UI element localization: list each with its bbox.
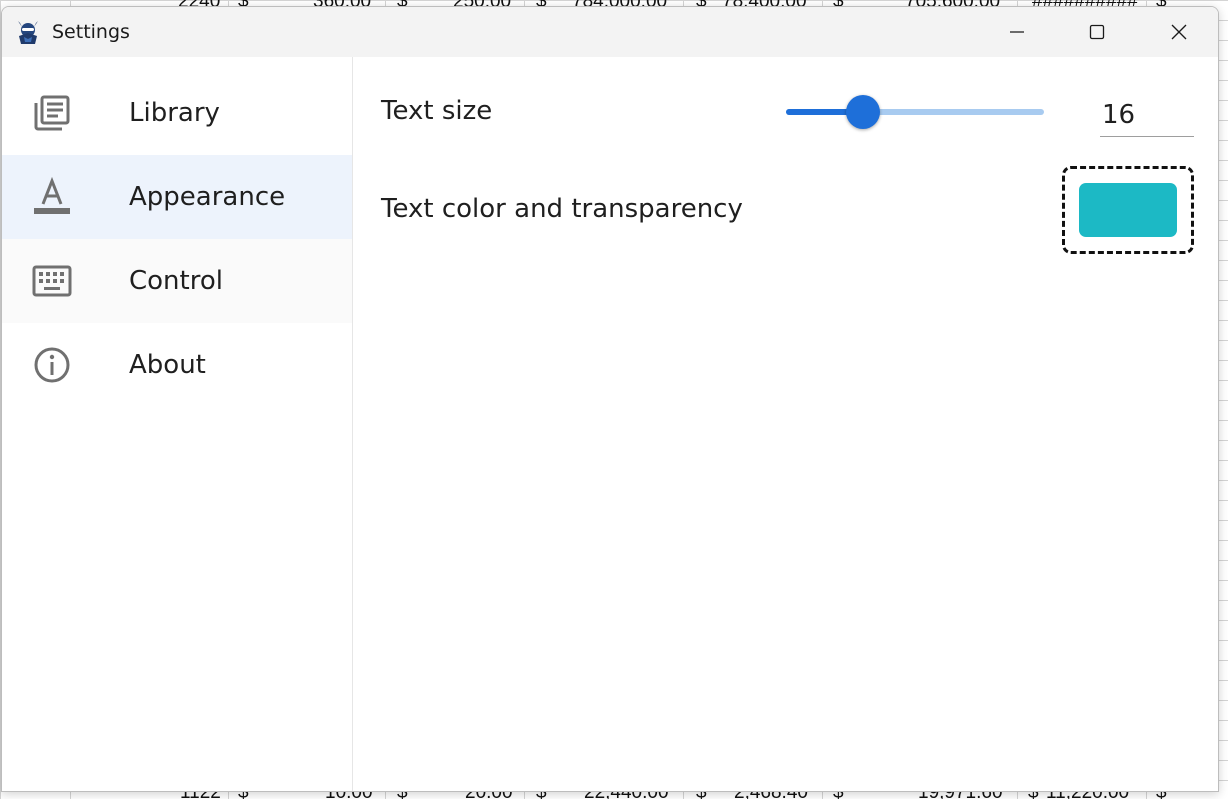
library-icon: [34, 95, 70, 131]
info-icon: [34, 347, 70, 383]
slider-thumb[interactable]: [846, 95, 881, 129]
sidebar-item-appearance[interactable]: Appearance: [2, 155, 352, 239]
maximize-icon: [1089, 24, 1105, 40]
settings-sidebar: Library Appearance Control About: [2, 57, 353, 791]
appearance-panel: Text size Text color and transparency: [354, 57, 1218, 791]
text-size-input[interactable]: [1100, 93, 1194, 137]
text-size-label: Text size: [381, 96, 493, 126]
settings-window: Settings Library Appearance Control Abou…: [1, 6, 1219, 792]
title-bar[interactable]: Settings: [2, 7, 1218, 57]
sidebar-item-label: Appearance: [129, 182, 286, 212]
keyboard-icon: [32, 265, 72, 297]
close-button[interactable]: [1139, 7, 1218, 57]
sidebar-item-control[interactable]: Control: [2, 239, 352, 323]
ninja-app-icon: [18, 21, 38, 44]
text-color-swatch[interactable]: [1079, 183, 1177, 237]
text-format-icon: [34, 177, 70, 214]
text-color-label: Text color and transparency: [381, 194, 743, 224]
close-icon: [1171, 24, 1187, 40]
sidebar-item-label: Library: [129, 98, 220, 128]
text-size-slider[interactable]: [782, 95, 1048, 129]
window-title: Settings: [52, 21, 130, 43]
sidebar-item-label: About: [129, 350, 206, 380]
minimize-button[interactable]: [977, 7, 1057, 57]
sidebar-item-library[interactable]: Library: [2, 71, 352, 155]
maximize-button[interactable]: [1057, 7, 1137, 57]
sidebar-item-about[interactable]: About: [2, 323, 352, 407]
minimize-icon: [1010, 31, 1024, 33]
sidebar-item-label: Control: [129, 266, 223, 296]
